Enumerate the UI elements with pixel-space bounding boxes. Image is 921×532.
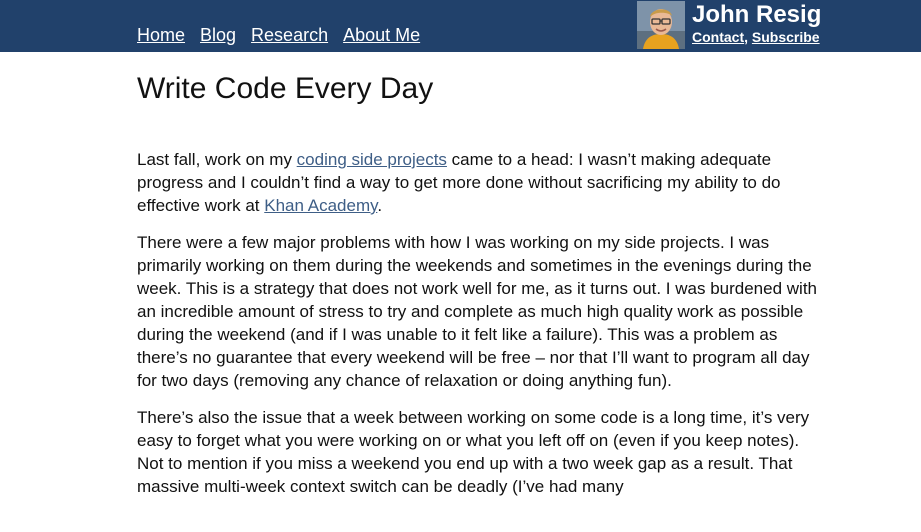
nav-blog-link[interactable]: Blog	[200, 24, 236, 46]
author-name: John Resig	[692, 1, 822, 28]
contact-link[interactable]: Contact	[692, 29, 744, 45]
nav-home-link[interactable]: Home	[137, 24, 185, 46]
nav-research-link[interactable]: Research	[251, 24, 328, 46]
avatar	[637, 1, 685, 49]
author-links: Contact, Subscribe	[692, 28, 821, 46]
author-block: John Resig Contact, Subscribe	[692, 2, 821, 46]
coding-side-projects-link[interactable]: coding side projects	[297, 150, 447, 169]
top-header-bar: Home Blog Research About Me John Resig C…	[0, 0, 921, 52]
post-content: Write Code Every Day Last fall, work on …	[137, 70, 822, 512]
paragraph-text: .	[377, 196, 383, 215]
khan-academy-link[interactable]: Khan Academy	[264, 196, 377, 215]
post-paragraph-2: There were a few major problems with how…	[137, 233, 817, 390]
nav-about-link[interactable]: About Me	[343, 24, 420, 46]
links-separator: ,	[744, 29, 749, 45]
post-paragraph-1: Last fall, work on my coding side projec…	[137, 148, 822, 217]
main-nav: Home Blog Research About Me	[137, 24, 420, 46]
avatar-portrait-icon	[637, 1, 685, 49]
post-paragraph-3: There’s also the issue that a week betwe…	[137, 408, 810, 496]
post-title: Write Code Every Day	[137, 72, 434, 105]
subscribe-link[interactable]: Subscribe	[752, 29, 820, 45]
paragraph-text: Last fall, work on my	[137, 150, 297, 169]
